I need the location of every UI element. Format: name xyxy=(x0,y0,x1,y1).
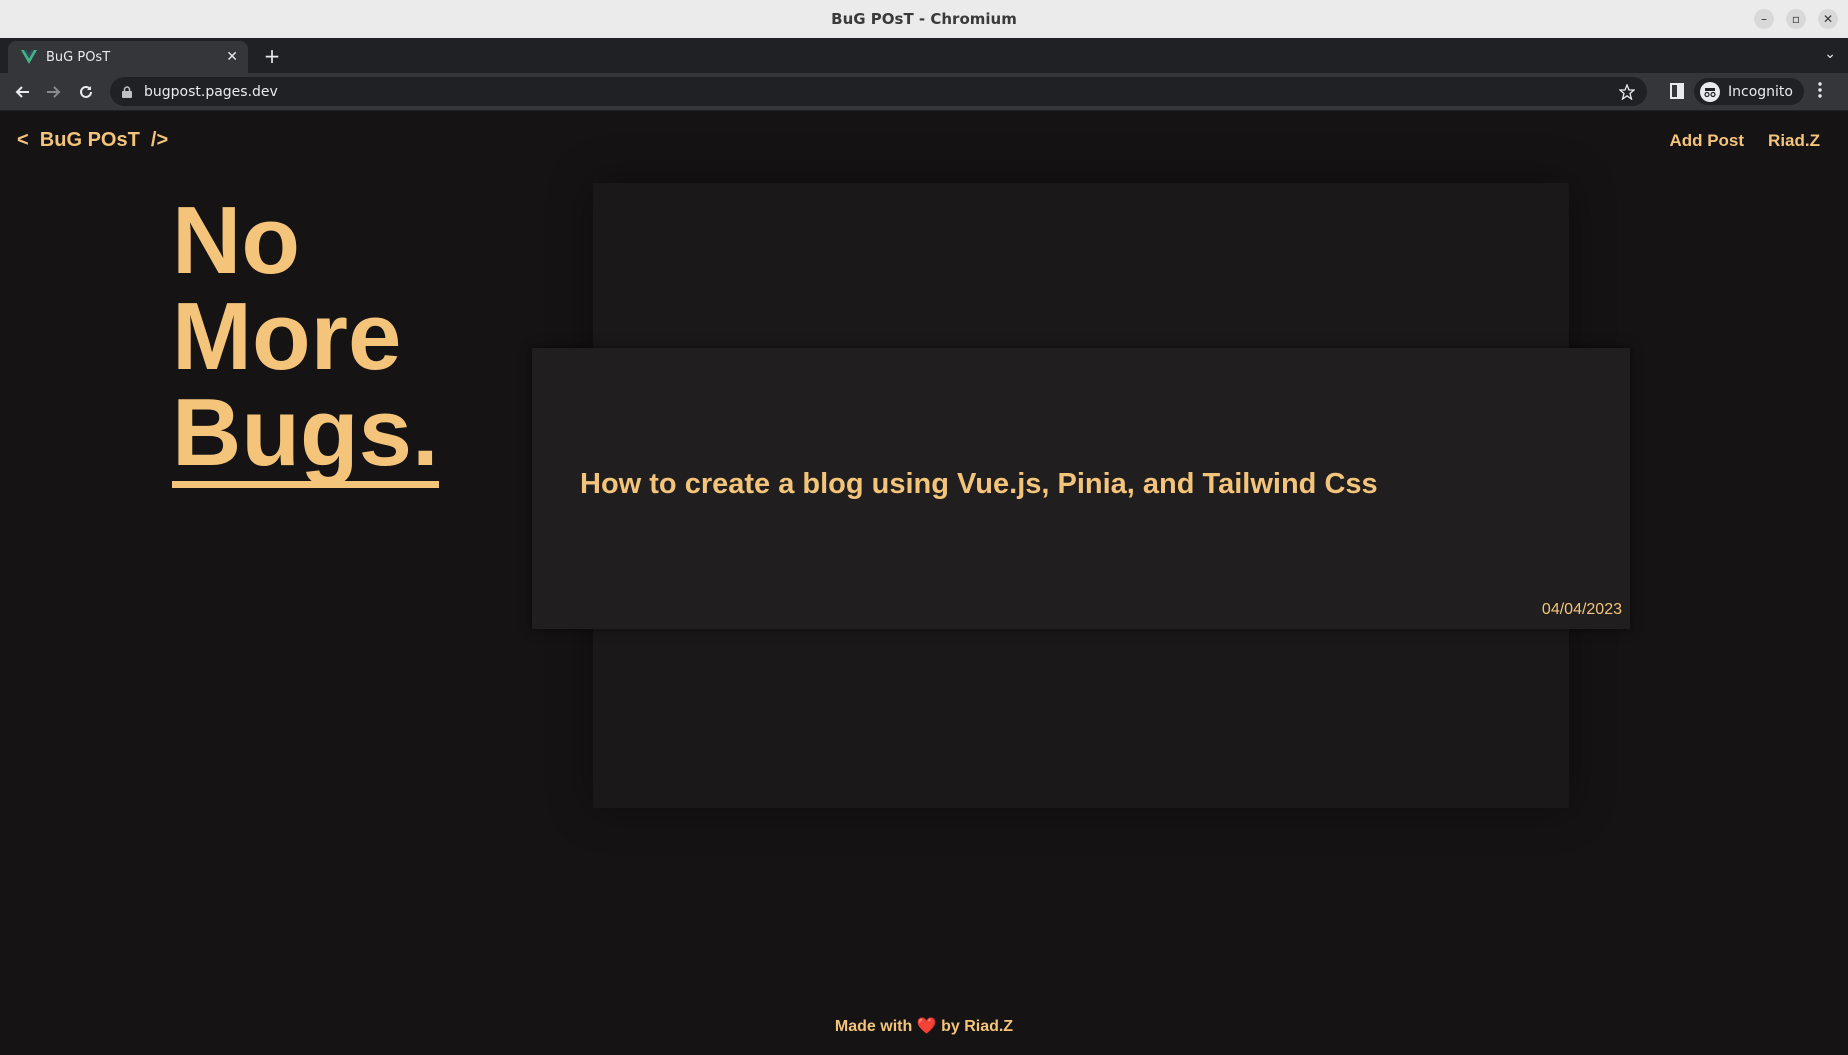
tab-bugpost[interactable]: BuG POsT ✕ xyxy=(8,41,248,73)
close-tab-icon[interactable]: ✕ xyxy=(226,49,238,65)
footer-text-after: by Riad.Z xyxy=(936,1018,1014,1035)
url-text: bugpost.pages.dev xyxy=(144,83,278,100)
post-title[interactable]: How to create a blog using Vue.js, Pinia… xyxy=(580,468,1378,501)
incognito-icon xyxy=(1700,81,1720,102)
tab-search-icon[interactable]: ⌄ xyxy=(1824,46,1836,62)
user-link[interactable]: Riad.Z xyxy=(1768,131,1820,151)
forward-icon[interactable] xyxy=(41,79,67,105)
hero-line-1: No xyxy=(172,187,300,294)
lock-icon xyxy=(122,85,136,99)
incognito-badge[interactable]: Incognito xyxy=(1694,78,1804,105)
hero-line-2: More xyxy=(172,283,402,390)
window-titlebar: BuG POsT - Chromium – ▫ ✕ xyxy=(0,0,1848,39)
bookmark-star-icon[interactable] xyxy=(1619,83,1635,100)
hero-line-3: Bugs. xyxy=(172,379,439,488)
post-card[interactable]: How to create a blog using Vue.js, Pinia… xyxy=(532,348,1630,629)
page-content: < BuG POsT /> Add Post Riad.Z No More Bu… xyxy=(0,111,1848,1055)
back-icon[interactable] xyxy=(9,79,35,105)
browser-toolbar: bugpost.pages.dev Incognito xyxy=(0,73,1848,111)
footer-text-before: Made with xyxy=(834,1018,917,1035)
site-logo[interactable]: < BuG POsT /> xyxy=(17,129,168,152)
more-menu-icon[interactable] xyxy=(1818,82,1822,103)
side-panel-icon[interactable] xyxy=(1670,83,1684,104)
post-date: 04/04/2023 xyxy=(1541,601,1622,618)
incognito-label: Incognito xyxy=(1728,83,1793,100)
restore-button[interactable]: ▫ xyxy=(1786,9,1806,29)
window-controls: – ▫ ✕ xyxy=(1754,9,1838,29)
add-post-link[interactable]: Add Post xyxy=(1669,131,1744,151)
heart-icon: ❤️ xyxy=(916,1018,937,1035)
tab-title: BuG POsT xyxy=(46,49,111,65)
close-window-button[interactable]: ✕ xyxy=(1818,9,1838,29)
minimize-button[interactable]: – xyxy=(1754,9,1774,29)
window-title: BuG POsT - Chromium xyxy=(831,10,1017,28)
reload-icon[interactable] xyxy=(73,79,99,105)
site-nav: Add Post Riad.Z xyxy=(1669,131,1820,151)
tab-strip: BuG POsT ✕ + ⌄ xyxy=(0,38,1848,73)
vue-logo-icon xyxy=(20,48,38,66)
new-tab-button[interactable]: + xyxy=(260,44,284,68)
hero-heading: No More Bugs. xyxy=(172,193,439,488)
address-bar[interactable]: bugpost.pages.dev xyxy=(110,77,1647,106)
site-footer: Made with ❤️ by Riad.Z xyxy=(0,1016,1848,1036)
